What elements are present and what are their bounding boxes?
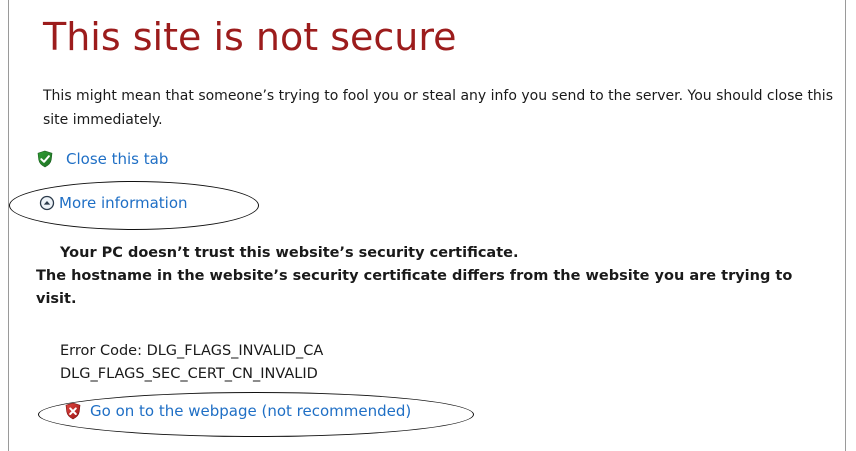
warning-description: This might mean that someone’s trying to… [43,88,833,128]
close-tab-label[interactable]: Close this tab [66,150,168,168]
page-title: This site is not secure [43,15,457,59]
error-codes: Error Code: DLG_FLAGS_INVALID_CA DLG_FLA… [60,340,323,386]
error-code-line-1: Error Code: DLG_FLAGS_INVALID_CA [60,343,324,359]
error-code-line-2: DLG_FLAGS_SEC_CERT_CN_INVALID [60,366,318,382]
chevron-up-circle-icon [38,194,56,212]
go-on-to-webpage-label[interactable]: Go on to the webpage (not recommended) [90,402,411,420]
more-information-toggle[interactable]: More information [38,194,188,212]
hostname-mismatch-warning: The hostname in the website’s security c… [36,268,793,307]
more-information-label[interactable]: More information [59,194,188,212]
shield-x-icon [64,402,82,420]
certificate-trust-warning: Your PC doesn’t trust this website’s sec… [60,245,519,261]
close-tab-link[interactable]: Close this tab [36,150,168,168]
shield-check-icon [36,150,54,168]
go-on-to-webpage-link[interactable]: Go on to the webpage (not recommended) [64,402,411,420]
